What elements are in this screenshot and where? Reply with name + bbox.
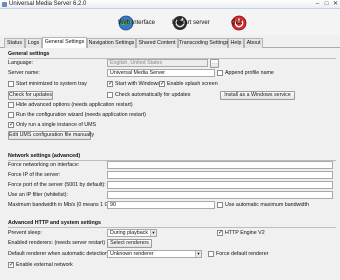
ip-filter-input[interactable] [107, 191, 333, 199]
language-dropdown-button[interactable]: … [210, 59, 219, 68]
web-interface-label: Web interface [118, 20, 155, 26]
chevron-down-icon: ▼ [195, 251, 201, 257]
check-auto-updates-checkbox[interactable] [107, 92, 113, 98]
tab-transcoding-settings[interactable]: Transcoding Settings [178, 38, 229, 48]
max-bandwidth-input[interactable]: 90 [107, 201, 215, 209]
app-window: Universal Media Server 6.2.0 – □ ✕ Web i… [0, 0, 340, 280]
force-default-renderer-label: Force default renderer [216, 251, 269, 257]
install-service-button[interactable]: Install as a Windows service [220, 91, 295, 100]
run-wizard-checkbox[interactable] [8, 112, 14, 118]
language-label: Language: [8, 60, 34, 66]
server-name-input[interactable]: Universal Media Server [107, 69, 215, 77]
tab-shared-content[interactable]: Shared Content [136, 38, 178, 48]
select-renderers-button[interactable]: Select renderers [107, 239, 152, 248]
close-icon[interactable]: ✕ [331, 1, 340, 8]
prevent-sleep-label: Prevent sleep: [8, 230, 42, 236]
tab-status[interactable]: Status [4, 38, 25, 48]
quit-label: Quit [231, 20, 243, 26]
advanced-http-heading: Advanced HTTP and system settings [8, 220, 101, 226]
start-minimized-label: Start minimized to system tray [16, 81, 87, 87]
enabled-renderers-label: Enabled renderers: (needs server restart… [8, 240, 106, 246]
chevron-down-icon: ▼ [150, 230, 156, 236]
network-settings-heading: Network settings (advanced) [8, 153, 81, 159]
default-renderer-label: Default renderer when automatic detectio… [8, 251, 121, 257]
quit-button[interactable]: Quit [231, 13, 247, 33]
hide-advanced-label: Hide advanced options (needs application… [16, 102, 133, 108]
tab-help[interactable]: Help [228, 38, 244, 48]
divider [8, 227, 336, 228]
tab-about[interactable]: About [244, 38, 263, 48]
general-settings-panel: General settings Language: English, Unit… [4, 48, 336, 280]
force-port-label: Force port of the server (5001 by defaul… [8, 182, 106, 188]
append-profile-name-label: Append profile name [225, 70, 274, 76]
edit-conf-button[interactable]: Edit UMS configuration file manually [8, 131, 94, 140]
prevent-sleep-value: During playback [110, 230, 148, 236]
maximize-icon[interactable]: □ [322, 1, 331, 8]
http-engine-checkbox[interactable] [217, 229, 223, 236]
start-with-windows-label: Start with Windows [115, 81, 161, 87]
tab-bar: Status Logs General Settings Navigation … [0, 37, 340, 49]
auto-bandwidth-checkbox[interactable] [217, 202, 223, 208]
force-interface-label: Force networking on interface: [8, 162, 80, 168]
toolbar: Web interface Restart server Quit [0, 9, 340, 35]
prevent-sleep-select[interactable]: During playback ▼ [107, 229, 157, 237]
window-title: Universal Media Server 6.2.0 [9, 1, 87, 7]
title-bar: Universal Media Server 6.2.0 – □ ✕ [0, 0, 340, 9]
ip-filter-label: Use an IP filter (whitelist): [8, 192, 68, 198]
start-with-windows-checkbox[interactable] [107, 80, 113, 87]
tab-logs[interactable]: Logs [25, 38, 42, 48]
force-interface-select[interactable] [107, 161, 333, 169]
external-network-checkbox[interactable] [8, 261, 14, 268]
run-wizard-label: Run the configuration wizard (needs appl… [16, 112, 146, 118]
force-default-renderer-checkbox[interactable] [208, 251, 214, 257]
hide-advanced-checkbox[interactable] [8, 102, 14, 108]
general-settings-heading: General settings [8, 51, 50, 57]
default-renderer-value: Unknown renderer [110, 251, 154, 257]
single-instance-label: Only run a single instance of UMS [16, 122, 97, 128]
web-interface-button[interactable]: Web interface [118, 13, 155, 33]
http-engine-label: HTTP Engine V2 [225, 230, 265, 236]
external-network-label: Enable external network [16, 262, 73, 268]
language-select[interactable]: English, United States [107, 59, 208, 67]
auto-bandwidth-label: Use automatic maximum bandwidth [225, 202, 309, 208]
minimize-icon[interactable]: – [313, 1, 322, 8]
force-ip-label: Force IP of the server: [8, 172, 61, 178]
restart-server-button[interactable]: Restart server [172, 13, 210, 33]
app-icon [2, 2, 7, 7]
restart-server-label: Restart server [172, 20, 210, 26]
append-profile-name-checkbox[interactable] [217, 70, 223, 76]
enable-splash-checkbox[interactable] [159, 80, 165, 87]
check-auto-updates-label: Check automatically for updates [115, 92, 191, 98]
single-instance-checkbox[interactable] [8, 121, 14, 128]
tab-navigation-settings[interactable]: Navigation Settings [87, 38, 136, 48]
force-port-input[interactable] [107, 181, 333, 189]
start-minimized-checkbox[interactable] [8, 81, 14, 87]
force-ip-input[interactable] [107, 171, 333, 179]
check-updates-button[interactable]: Check for updates [8, 91, 53, 100]
default-renderer-select[interactable]: Unknown renderer ▼ [107, 250, 202, 258]
enable-splash-label: Enable splash screen [167, 81, 218, 87]
server-name-label: Server name: [8, 70, 40, 76]
max-bandwidth-label: Maximum bandwidth in Mb/s (0 means 1 Gb/… [8, 202, 119, 208]
